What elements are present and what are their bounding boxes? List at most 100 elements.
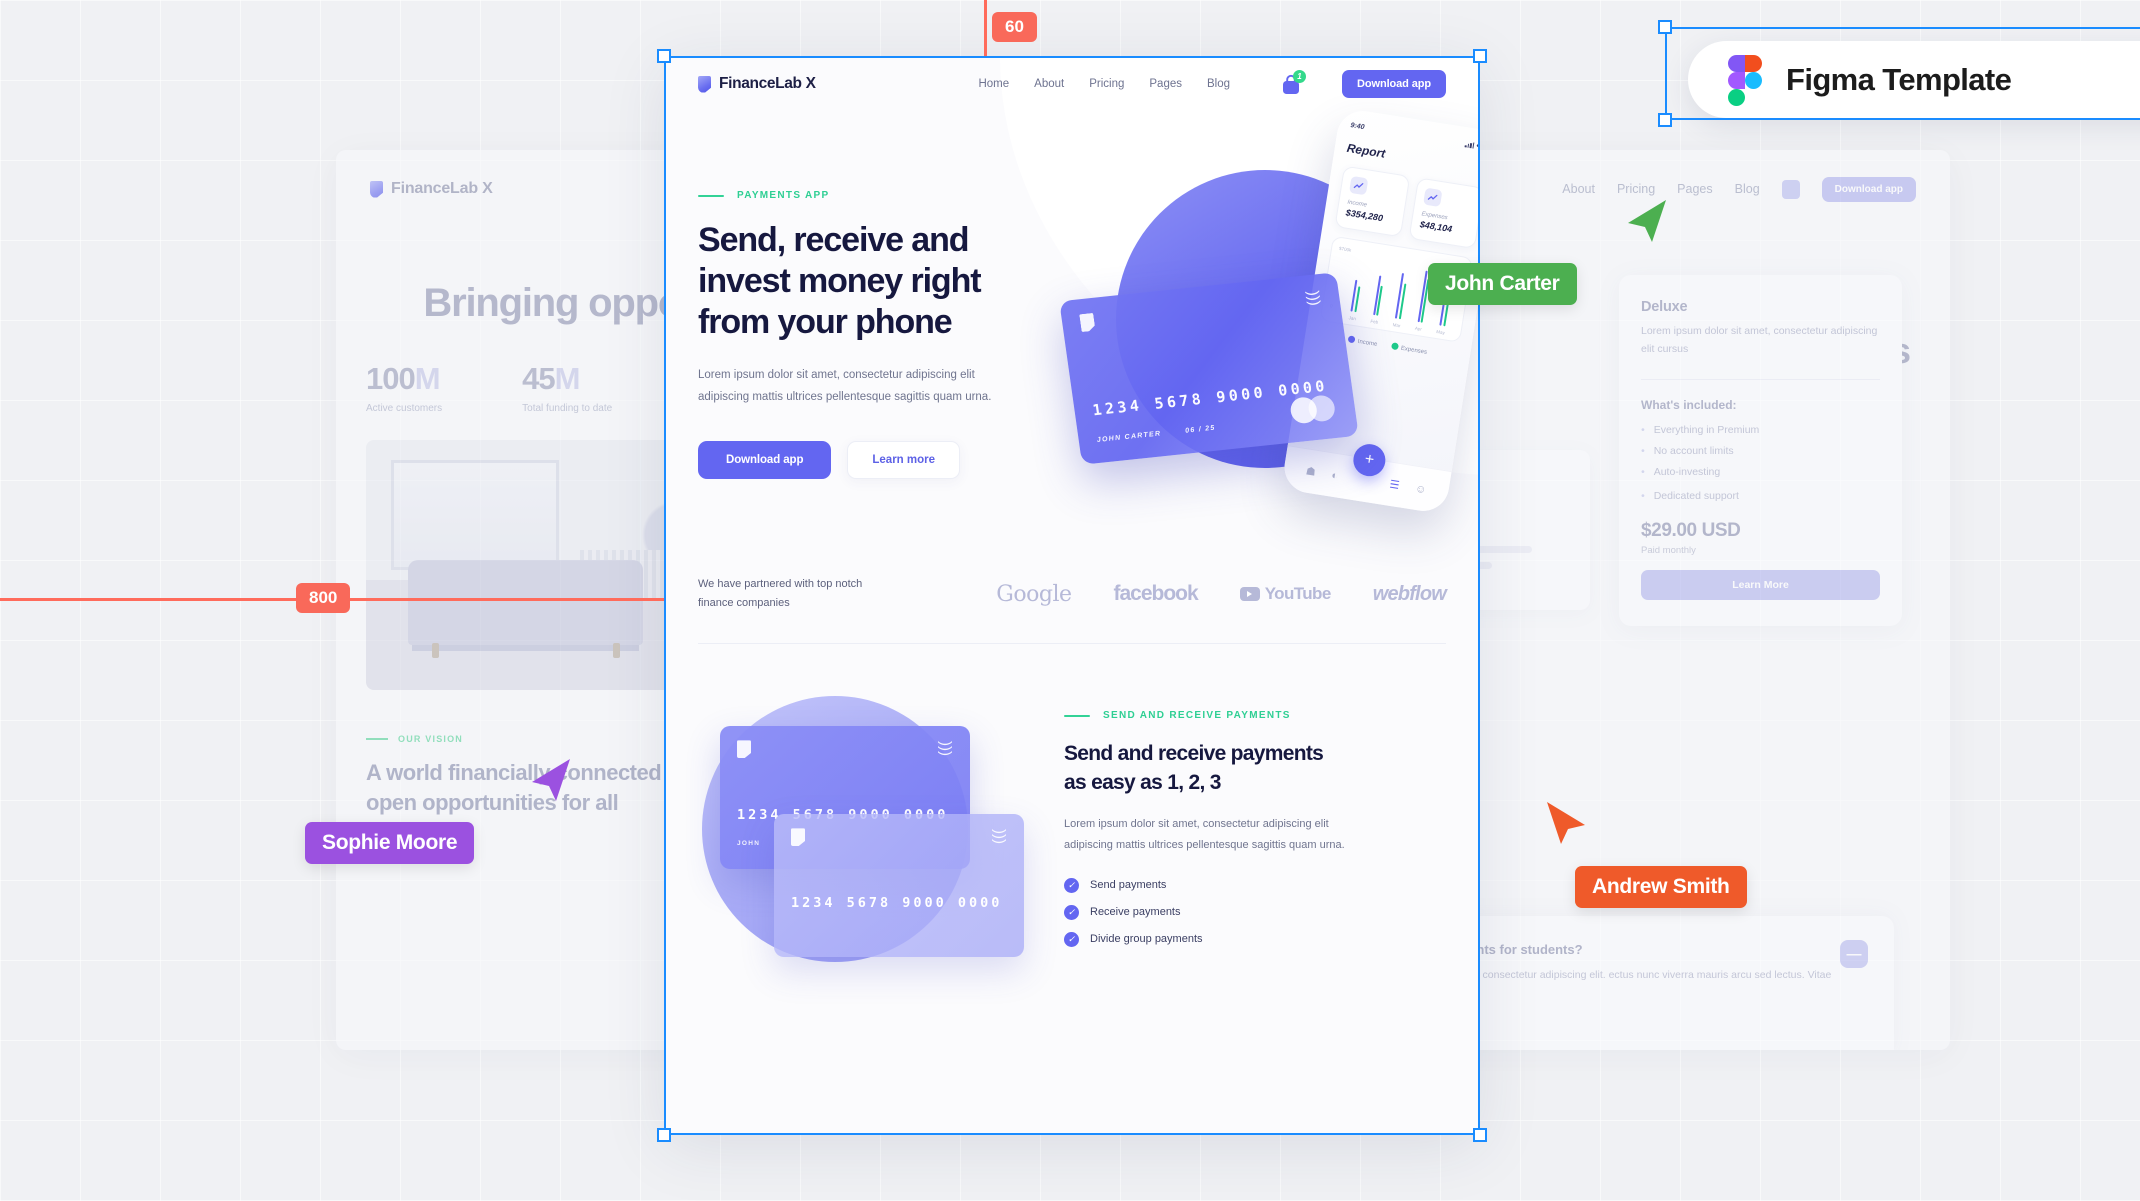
bg-right-link-pricing[interactable]: Pricing — [1617, 182, 1655, 196]
payments-title: Send and receive payments as easy as 1, … — [1064, 742, 1324, 794]
hero-eyebrow: PAYMENTS APP — [698, 190, 1446, 201]
figma-template-badge[interactable]: Figma Template — [1688, 41, 2140, 118]
bg-right-link-blog[interactable]: Blog — [1735, 182, 1760, 196]
check-icon: ✓ — [1064, 877, 1079, 893]
checklist-item: ✓ Receive payments — [1064, 904, 1446, 920]
bg-left-brand: FinanceLab X — [370, 180, 493, 198]
measure-badge-800: 800 — [296, 583, 351, 613]
bg-right-navlinks[interactable]: About Pricing Pages Blog Download app — [1562, 176, 1916, 202]
resize-handle-top-right[interactable] — [1473, 49, 1487, 63]
selected-artboard-landing-page[interactable]: FinanceLab X Home About Pricing Pages Bl… — [664, 56, 1480, 1135]
nav-download-app-button[interactable]: Download app — [1342, 70, 1446, 98]
youtube-logo-icon: YouTube — [1239, 584, 1331, 604]
facebook-logo-icon: facebook — [1113, 582, 1199, 606]
payments-card-back-holder: JOHN — [737, 840, 761, 848]
payments-eyebrow-label: SEND AND RECEIVE PAYMENTS — [1103, 710, 1291, 722]
cursor-label-john-carter: John Carter — [1428, 263, 1577, 305]
bg-right-download-button[interactable]: Download app — [1821, 176, 1916, 202]
nav-link-home[interactable]: Home — [978, 78, 1009, 90]
cursor-label-andrew-smith: Andrew Smith — [1575, 866, 1747, 908]
checklist-item: ✓ Divide group payments — [1064, 931, 1446, 947]
bg-left-brand-label: FinanceLab X — [391, 180, 493, 197]
bg-left-vision-eyebrow-label: OUR VISION — [398, 734, 464, 745]
navbar: FinanceLab X Home About Pricing Pages Bl… — [664, 56, 1480, 112]
payments-body: Lorem ipsum dolor sit amet, consectetur … — [1064, 818, 1345, 851]
nav-link-about[interactable]: About — [1034, 78, 1064, 90]
bg-stat-1-number: 45 — [522, 361, 555, 397]
pricing-feature-3: • Dedicated support — [1641, 489, 1739, 502]
check-icon: ✓ — [1064, 904, 1079, 920]
contactless-icon: ))) — [937, 741, 954, 757]
nav-link-pages[interactable]: Pages — [1149, 78, 1182, 90]
cart-count-badge: 1 — [1293, 69, 1307, 83]
payments-illustration: ))) 1234 5678 9000 0000 JOHN ))) 1234 56… — [698, 696, 1028, 963]
window-shape — [391, 460, 560, 571]
faq-collapse-icon[interactable]: — — [1840, 940, 1868, 968]
stats-icon[interactable]: ☰ — [1389, 478, 1401, 492]
brand-label: FinanceLab X — [719, 75, 816, 92]
bg-stat-0-number: 100 — [366, 361, 416, 397]
pricing-included-label: What's included: — [1641, 397, 1737, 412]
payments-card-front-number: 1234 5678 9000 0000 — [791, 895, 1003, 912]
hero-title: Send, receive and invest money right fro… — [698, 221, 982, 341]
financelab-logo-icon — [698, 76, 711, 93]
pricing-feature-2: • Auto-investing — [1641, 465, 1721, 478]
brand-logo[interactable]: FinanceLab X — [698, 75, 816, 93]
cursor-label-sophie-moore: Sophie Moore — [305, 822, 475, 864]
bg-stat-1: 45M Total funding to date — [522, 361, 612, 414]
pricing-amount: $29.00 USD — [1641, 519, 1741, 541]
badge-resize-handle-bottom-left[interactable] — [1658, 113, 1672, 127]
sofa-shape — [408, 560, 644, 659]
hero-download-app-button[interactable]: Download app — [698, 440, 832, 479]
contactless-icon: ))) — [991, 829, 1008, 845]
partners-section: We have partnered with top notch finance… — [698, 575, 1447, 644]
nav-link-blog[interactable]: Blog — [1207, 78, 1230, 90]
pricing-card-deluxe[interactable]: Deluxe Lorem ipsum dolor sit amet, conse… — [1619, 275, 1902, 626]
resize-handle-bottom-right[interactable] — [1473, 1128, 1487, 1142]
bullet-icon: • — [1641, 423, 1645, 436]
payments-text: SEND AND RECEIVE PAYMENTS Send and recei… — [1064, 704, 1446, 958]
payments-section: ))) 1234 5678 9000 0000 JOHN ))) 1234 56… — [664, 644, 1480, 963]
pricing-feature-1: • No account limits — [1641, 444, 1734, 457]
resize-handle-bottom-left[interactable] — [657, 1128, 671, 1142]
cursor-john-carter — [1628, 200, 1666, 242]
google-logo-icon: Google — [996, 581, 1072, 607]
payments-eyebrow: SEND AND RECEIVE PAYMENTS — [1064, 710, 1446, 721]
bg-right-link-pages[interactable]: Pages — [1677, 182, 1712, 196]
hero-buttons: Download app Learn more — [698, 440, 1446, 479]
check-icon: ✓ — [1064, 931, 1079, 947]
nav-links: Home About Pricing Pages Blog 1 Download… — [978, 69, 1446, 98]
hero-eyebrow-label: PAYMENTS APP — [737, 190, 830, 201]
measure-badge-60: 60 — [992, 12, 1037, 42]
webflow-logo-icon: webflow — [1372, 582, 1447, 605]
pricing-learn-more-button[interactable]: Learn More — [1641, 569, 1880, 600]
youtube-play-icon — [1239, 587, 1260, 602]
cart-icon[interactable]: 1 — [1281, 69, 1307, 95]
bg-stat-0: 100M Active customers — [366, 361, 442, 414]
bg-stat-0-suffix: M — [414, 361, 441, 397]
partner-logos: Google facebook YouTube webflow — [996, 581, 1447, 607]
figma-template-label: Figma Template — [1786, 61, 2012, 97]
badge-resize-handle-top-left[interactable] — [1658, 20, 1672, 34]
eyebrow-dash-icon — [1064, 714, 1090, 717]
bullet-icon: • — [1641, 489, 1645, 502]
pricing-plan-desc: Lorem ipsum dolor sit amet, consectetur … — [1641, 325, 1878, 356]
cursor-sophie-moore — [532, 759, 570, 801]
payments-checklist: ✓ Send payments ✓ Receive payments ✓ Div… — [1064, 877, 1446, 947]
pricing-feature-0: • Everything in Premium — [1641, 423, 1760, 436]
nav-link-pricing[interactable]: Pricing — [1089, 78, 1124, 90]
hero-learn-more-button[interactable]: Learn more — [847, 440, 961, 479]
bg-right-link-about[interactable]: About — [1562, 182, 1595, 196]
payments-card-front: ))) 1234 5678 9000 0000 — [774, 814, 1024, 958]
bullet-icon: • — [1641, 465, 1645, 478]
figma-canvas[interactable]: FinanceLab X Bringing opportuniti 100M A… — [0, 0, 2140, 1201]
bg-right-cart-icon[interactable] — [1781, 179, 1800, 199]
cursor-andrew-smith — [1547, 802, 1585, 844]
bg-stat-1-suffix: M — [554, 361, 581, 397]
measure-guide-vertical — [984, 0, 987, 56]
checklist-item: ✓ Send payments — [1064, 877, 1446, 893]
eyebrow-dash-icon — [698, 194, 724, 197]
profile-icon[interactable]: ☺ — [1414, 482, 1427, 496]
resize-handle-top-left[interactable] — [657, 49, 671, 63]
pricing-period: Paid monthly — [1641, 544, 1696, 556]
